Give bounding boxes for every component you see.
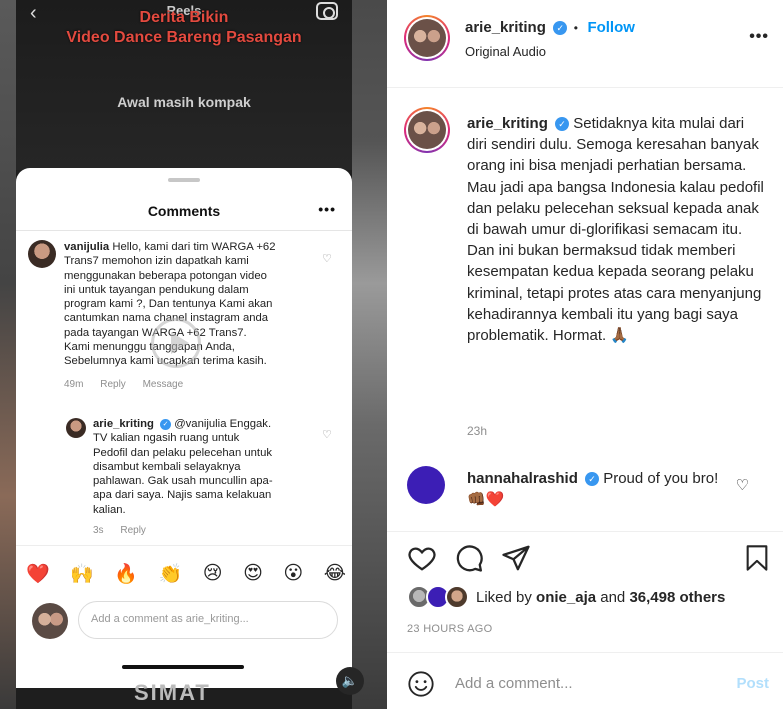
emoji-picker-icon[interactable] (407, 670, 435, 698)
comments-sheet: Comments ••• vanijulia Hello, kami dari … (16, 168, 352, 688)
liked-by-text: Liked by onie_aja and 36,498 others (476, 589, 725, 606)
comment-line: TV kalian ngasih ruang untuk (93, 432, 240, 445)
comment-meta: 3s Reply (93, 525, 160, 536)
divider (387, 87, 783, 88)
liked-by-avatars[interactable] (407, 585, 477, 611)
bookmark-save-icon[interactable] (743, 543, 771, 573)
comment-username: arie_kriting (93, 418, 154, 430)
comment-meta: 49m Reply Message (64, 379, 197, 390)
comment-username[interactable]: hannahalrashid (467, 470, 578, 487)
avatar (32, 603, 68, 639)
like-heart-icon[interactable] (407, 543, 437, 573)
verified-badge-icon: ✓ (160, 419, 172, 430)
reply-link[interactable]: Reply (100, 379, 126, 390)
comment-time: 3s (93, 525, 104, 536)
emoji-heart[interactable]: ❤️ (26, 562, 50, 586)
avatar[interactable] (407, 466, 445, 504)
likes-count[interactable]: 36,498 others (629, 589, 725, 606)
emoji-raised-hands[interactable]: 🙌 (70, 562, 94, 586)
comment-like-heart-icon[interactable]: ♡ (736, 476, 749, 494)
comment-line: ini untuk tayangan pendukung dalam (64, 283, 249, 296)
header-username[interactable]: arie_kriting (465, 19, 546, 36)
post-caption: arie_kriting ✓ Setidaknya kita mulai dar… (467, 113, 767, 346)
liked-by-prefix: Liked by (476, 589, 532, 606)
original-audio-link[interactable]: Original Audio (465, 44, 546, 59)
avatar[interactable] (404, 15, 450, 61)
sheet-more-icon: ••• (318, 201, 336, 217)
comment-line: apa dari saya. Najis sama kelakuan (93, 489, 272, 502)
emoji-reaction-bar: ❤️ 🙌 🔥 👏 😢 😍 😮 😂 (26, 562, 346, 586)
home-indicator (122, 665, 244, 669)
comment-line: Hello, kami dari tim WARGA +62 (112, 241, 276, 253)
video-caption-sub: Awal masih kompak (117, 94, 251, 110)
caption-username[interactable]: arie_kriting (467, 115, 548, 132)
emoji-cry[interactable]: 😢 (203, 562, 223, 586)
verified-badge-icon: ✓ (555, 117, 570, 131)
reply-link[interactable]: Reply (120, 525, 146, 536)
share-send-icon[interactable] (501, 543, 531, 573)
emoji-surprised[interactable]: 😮 (283, 562, 303, 586)
comment-line: Pedofil dan pelaku pelecehan untuk (93, 446, 273, 459)
mention-link[interactable]: @vanijulia (174, 418, 226, 430)
sheet-divider (16, 230, 352, 231)
emoji-fire[interactable]: 🔥 (114, 562, 138, 586)
video-phone-frame: ‹ Reels Derita Bikin Video Dance Bareng … (16, 0, 352, 709)
emoji-heart-eyes[interactable]: 😍 (243, 562, 263, 586)
comment-line: program kami ?, Dan tentunya Kami akan (64, 298, 273, 311)
comment-line: menggunakan beberapa potongan video (64, 269, 267, 282)
post-timestamp[interactable]: 23 HOURS AGO (407, 623, 493, 635)
more-options-icon[interactable]: ••• (749, 28, 769, 46)
message-link[interactable]: Message (143, 379, 184, 390)
video-caption-line1: Derita Bikin (139, 9, 229, 26)
divider (387, 652, 783, 653)
sheet-comment-reply: arie_kriting ✓ @vanijulia Enggak. TV kal… (93, 417, 323, 517)
caption-text: Setidaknya kita mulai dari diri sendiri … (467, 115, 764, 345)
video-background-right (351, 0, 387, 709)
comment-line: pahlawan. Gak usah muncullin apa- (93, 475, 273, 488)
sheet-divider (16, 545, 352, 546)
avatar (445, 585, 469, 609)
comment-line: Kami menunggu tanggapan Anda, (64, 341, 235, 354)
liked-by-and: and (600, 589, 626, 606)
add-comment-input[interactable]: Add a comment... (455, 675, 573, 692)
verified-badge-icon: ✓ (553, 21, 568, 35)
play-icon[interactable] (151, 318, 201, 368)
comment-line: disambut kembali selayaknya (93, 460, 241, 473)
avatar (66, 418, 86, 438)
sheet-comment-input[interactable]: Add a comment as arie_kriting... (78, 601, 338, 639)
avatar (28, 240, 56, 268)
shirt-print-text: SIMAT (134, 680, 211, 705)
verified-badge-icon: ✓ (585, 472, 600, 486)
comment-line: Trans7 memohon izin dapatkah kami (64, 255, 249, 268)
emoji-clap[interactable]: 👏 (159, 562, 183, 586)
post-panel: arie_kriting ✓ • Follow Original Audio •… (387, 0, 783, 709)
comment-line: kalian. (93, 503, 126, 516)
sheet-title: Comments (147, 203, 221, 219)
avatar[interactable] (404, 107, 450, 153)
comment: hannahalrashid ✓ Proud of you bro! 👊🏾❤️ (467, 468, 727, 510)
sheet-handle (168, 178, 200, 182)
comment-username: vanijulia (64, 241, 110, 253)
post-header: arie_kriting ✓ • Follow (465, 19, 635, 37)
video-caption-title: Derita Bikin Video Dance Bareng Pasangan (16, 8, 352, 48)
separator: • (573, 21, 578, 35)
divider (387, 531, 783, 532)
sound-icon[interactable]: 🔈 (336, 667, 364, 695)
post-button[interactable]: Post (736, 675, 769, 692)
video-player[interactable]: ‹ Reels Derita Bikin Video Dance Bareng … (0, 0, 387, 709)
like-heart-icon[interactable]: ♡ (322, 252, 334, 265)
comment-time: 49m (64, 379, 84, 390)
follow-button[interactable]: Follow (587, 19, 635, 36)
video-caption-line2: Video Dance Bareng Pasangan (66, 29, 302, 46)
liked-by-user[interactable]: onie_aja (536, 589, 596, 606)
caption-time: 23h (467, 424, 488, 438)
like-heart-icon[interactable]: ♡ (322, 428, 334, 441)
comment-bubble-icon[interactable] (454, 543, 484, 573)
emoji-laugh[interactable]: 😂 (324, 562, 346, 586)
comment-line: Enggak. (229, 418, 272, 430)
